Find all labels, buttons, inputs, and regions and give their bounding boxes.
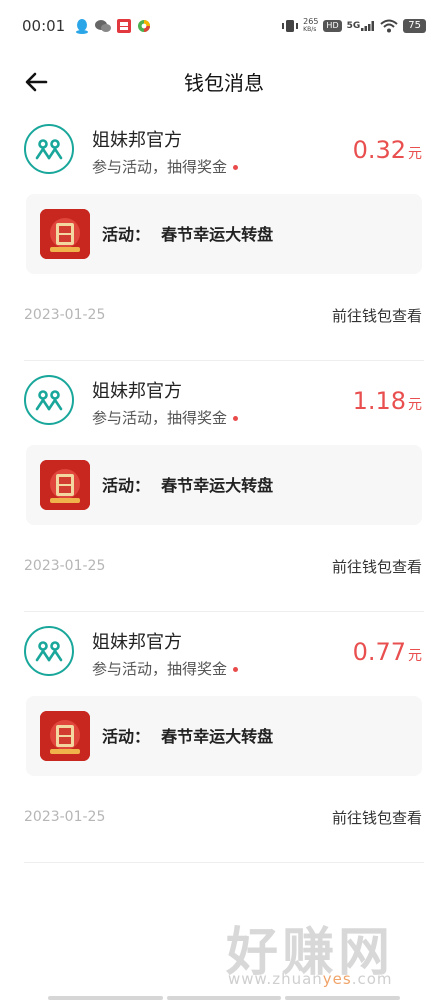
message-date: 2023-01-25 bbox=[24, 809, 106, 825]
message-subtitle: 参与活动，抽得奖金 bbox=[92, 407, 239, 428]
page-title: 钱包消息 bbox=[184, 70, 264, 95]
message-date: 2023-01-25 bbox=[24, 307, 106, 323]
signal-icon bbox=[361, 21, 375, 31]
sender-name: 姐妹邦官方 bbox=[92, 632, 182, 653]
activity-text: 活动： 春节幸运大转盘 bbox=[102, 472, 273, 496]
list-item: 姐妹邦官方 参与活动，抽得奖金 0.77 元 活动： 春节幸运大转盘 2023-0… bbox=[0, 612, 448, 862]
app-icon bbox=[117, 19, 132, 33]
message-date: 2023-01-25 bbox=[24, 558, 106, 574]
amount: 0.77 元 bbox=[353, 638, 422, 666]
watermark-domain-c: .com bbox=[351, 970, 393, 988]
avatar[interactable] bbox=[24, 124, 74, 174]
activity-prefix: 活动： bbox=[102, 476, 151, 495]
activity-text: 活动： 春节幸运大转盘 bbox=[102, 723, 273, 747]
activity-text: 活动： 春节幸运大转盘 bbox=[102, 221, 273, 245]
amount: 1.18 元 bbox=[353, 387, 422, 415]
activity-thumbnail bbox=[40, 460, 90, 510]
qq-icon bbox=[76, 19, 89, 34]
message-list: 姐妹邦官方 参与活动，抽得奖金 0.32 元 活动： 春节幸运大转盘 2023-0… bbox=[0, 110, 448, 863]
back-arrow-icon[interactable] bbox=[22, 67, 52, 97]
amount-value: 0.32 bbox=[352, 136, 406, 164]
list-item: 姐妹邦官方 参与活动，抽得奖金 1.18 元 活动： 春节幸运大转盘 2023-0… bbox=[0, 361, 448, 611]
activity-name: 春节幸运大转盘 bbox=[161, 225, 274, 244]
watermark-domain-a: www.zhuan bbox=[228, 970, 323, 988]
net-speed-value: 265 bbox=[303, 17, 319, 26]
vibrate-icon bbox=[282, 20, 299, 32]
official-avatar-icon bbox=[35, 390, 63, 411]
official-avatar-icon bbox=[35, 641, 63, 662]
activity-card[interactable]: 活动： 春节幸运大转盘 bbox=[26, 445, 422, 525]
activity-thumbnail bbox=[40, 209, 90, 259]
battery-indicator: 75 bbox=[403, 19, 426, 33]
network-type: 5G bbox=[346, 21, 361, 31]
activity-name: 春节幸运大转盘 bbox=[161, 727, 274, 746]
subtitle-text: 参与活动，抽得奖金 bbox=[92, 660, 228, 678]
message-subtitle: 参与活动，抽得奖金 bbox=[92, 658, 239, 679]
amount-value: 0.77 bbox=[352, 638, 406, 666]
watermark-domain-b: yes bbox=[322, 970, 352, 988]
amount-unit: 元 bbox=[408, 146, 422, 162]
view-wallet-link[interactable]: 前往钱包查看 bbox=[332, 305, 422, 326]
official-avatar-icon bbox=[35, 139, 63, 160]
avatar[interactable] bbox=[24, 375, 74, 425]
watermark: 好赚网 www.zhuanyes.com bbox=[226, 910, 422, 992]
net-speed-unit: KB/s bbox=[303, 26, 317, 33]
lucky-wheel-icon bbox=[40, 711, 90, 761]
red-dot-icon bbox=[233, 416, 239, 421]
red-dot-icon bbox=[233, 667, 239, 672]
net-speed: 265 KB/s bbox=[303, 18, 318, 34]
lucky-wheel-icon bbox=[40, 209, 90, 259]
activity-card[interactable]: 活动： 春节幸运大转盘 bbox=[26, 194, 422, 274]
divider bbox=[24, 862, 424, 863]
avatar[interactable] bbox=[24, 626, 74, 676]
wifi-icon bbox=[380, 19, 398, 33]
lucky-wheel-icon bbox=[40, 460, 90, 510]
status-right: 265 KB/s HD 5G 75 bbox=[282, 18, 426, 34]
activity-thumbnail bbox=[40, 711, 90, 761]
amount-unit: 元 bbox=[408, 648, 422, 664]
wechat-icon bbox=[95, 20, 112, 32]
gesture-bar bbox=[0, 996, 448, 1000]
activity-prefix: 活动： bbox=[102, 225, 151, 244]
subtitle-text: 参与活动，抽得奖金 bbox=[92, 158, 228, 176]
view-wallet-link[interactable]: 前往钱包查看 bbox=[332, 556, 422, 577]
activity-prefix: 活动： bbox=[102, 727, 151, 746]
watermark-domain: www.zhuanyes.com bbox=[228, 970, 393, 988]
signal: 5G bbox=[347, 21, 376, 31]
activity-card[interactable]: 活动： 春节幸运大转盘 bbox=[26, 696, 422, 776]
view-wallet-link[interactable]: 前往钱包查看 bbox=[332, 807, 422, 828]
red-dot-icon bbox=[233, 165, 239, 170]
amount-unit: 元 bbox=[408, 397, 422, 413]
sender-name: 姐妹邦官方 bbox=[92, 130, 182, 151]
gesture-segment bbox=[285, 996, 401, 1000]
status-bar: 00:01 265 KB/s HD 5G 75 bbox=[0, 0, 448, 52]
colorful-app-icon bbox=[138, 20, 151, 32]
gesture-segment bbox=[166, 996, 282, 1000]
status-time: 00:01 bbox=[22, 17, 66, 35]
amount-value: 1.18 bbox=[352, 387, 406, 415]
nav-bar: 钱包消息 bbox=[0, 52, 448, 110]
hd-badge: HD bbox=[323, 20, 342, 32]
amount: 0.32 元 bbox=[353, 136, 422, 164]
activity-name: 春节幸运大转盘 bbox=[161, 476, 274, 495]
sender-name: 姐妹邦官方 bbox=[92, 381, 182, 402]
gesture-segment bbox=[48, 996, 163, 1000]
status-left: 00:01 bbox=[22, 17, 151, 35]
list-item: 姐妹邦官方 参与活动，抽得奖金 0.32 元 活动： 春节幸运大转盘 2023-0… bbox=[0, 110, 448, 360]
subtitle-text: 参与活动，抽得奖金 bbox=[92, 409, 228, 427]
message-subtitle: 参与活动，抽得奖金 bbox=[92, 156, 239, 177]
